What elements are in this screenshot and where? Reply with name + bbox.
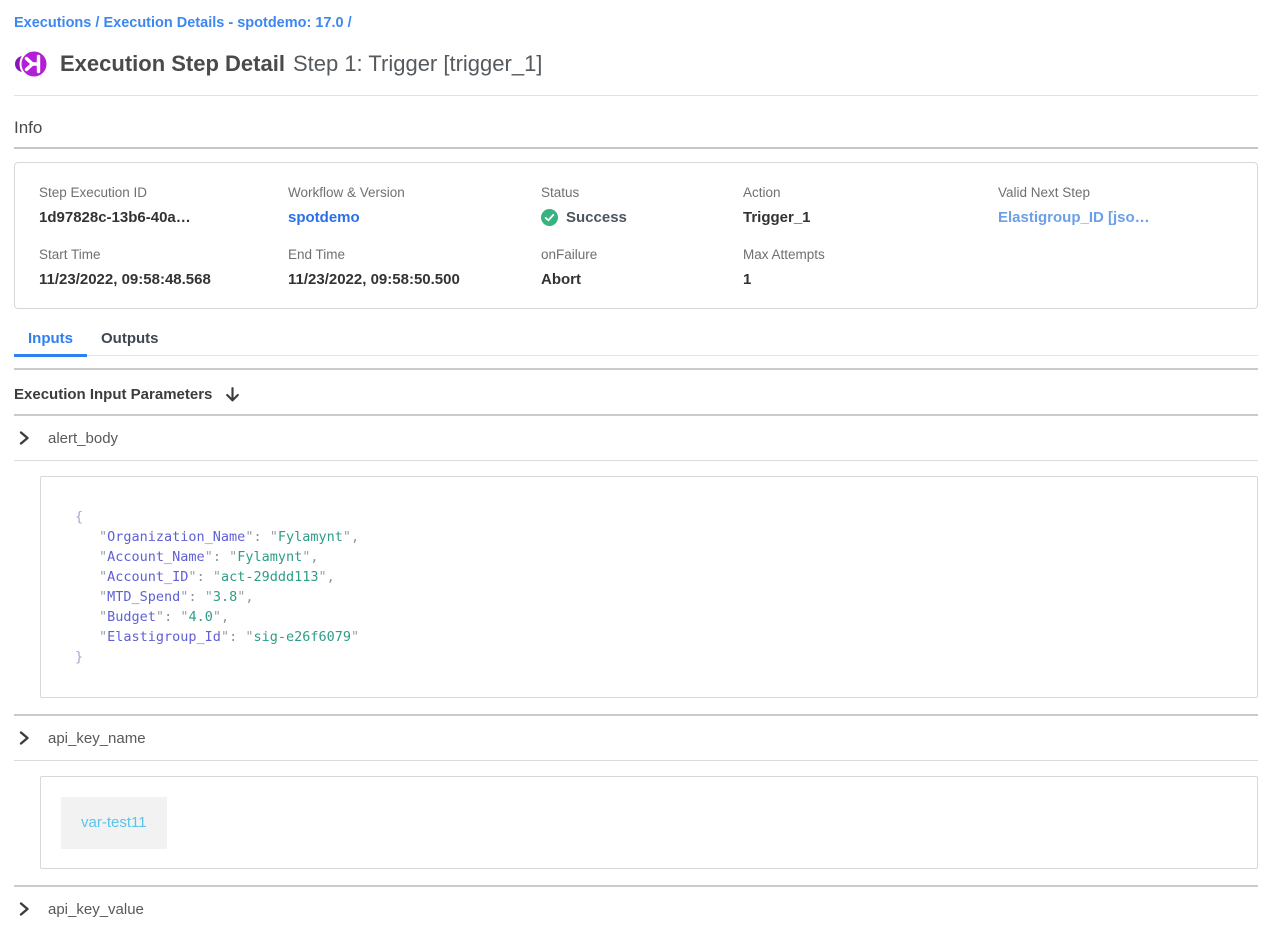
field-value: 11/23/2022, 09:58:48.568 [39,271,288,288]
section-toggle-api-key-name[interactable]: api_key_name [14,716,1258,760]
chevron-right-icon [18,430,31,446]
code-line: "Account_Name": "Fylamynt", [75,547,1237,567]
section-toggle-alert-body[interactable]: alert_body [14,416,1258,460]
code-block: {"Organization_Name": "Fylamynt","Accoun… [40,476,1258,698]
field-label: End Time [288,247,541,262]
field-value: Trigger_1 [743,209,998,226]
execution-step-detail-page: Executions / Execution Details - spotdem… [0,0,1272,931]
breadcrumb-separator: / [91,15,103,31]
code-line: "MTD_Spend": "3.8", [75,587,1237,607]
field-label: Status [541,185,743,200]
section-name: api_key_name [48,730,146,747]
field-label: onFailure [541,247,743,262]
field-value: 1 [743,271,998,288]
info-field-valid-next-step: Valid Next Step Elastigroup_ID [jso… [998,185,1247,227]
tabs: InputsOutputs [14,325,1258,356]
next-step-link[interactable]: Elastigroup_ID [jso… [998,209,1150,226]
divider [14,368,1258,370]
section-name: api_key_value [48,901,144,918]
arrow-down-icon[interactable] [224,386,241,403]
field-label: Step Execution ID [39,185,288,200]
fylamynt-logo-icon [14,47,48,81]
info-field-max-attempts: Max Attempts 1 [743,247,998,288]
field-label: Start Time [39,247,288,262]
params-header: Execution Input Parameters [14,386,1258,403]
tab-outputs[interactable]: Outputs [87,325,173,355]
info-field-onfailure: onFailure Abort [541,247,743,288]
code-line: "Organization_Name": "Fylamynt", [75,527,1237,547]
status-text: Success [566,209,627,226]
breadcrumb: Executions / Execution Details - spotdem… [14,0,1258,33]
status-badge: Success [541,209,743,226]
info-field-start-time: Start Time 11/23/2022, 09:58:48.568 [39,247,288,288]
breadcrumb-link-executions[interactable]: Executions [14,15,91,31]
divider [14,460,1258,461]
field-label: Workflow & Version [288,185,541,200]
info-field-step-execution-id: Step Execution ID 1d97828c-13b6-40a… [39,185,288,227]
field-label: Action [743,185,998,200]
tab-inputs[interactable]: Inputs [14,325,87,355]
code-line: } [75,647,1237,667]
info-heading: Info [14,118,1258,138]
value-box: var-test11 [40,776,1258,869]
info-field-workflow-version: Workflow & Version spotdemo [288,185,541,227]
sections: alert_body {"Organization_Name": "Fylamyn… [14,416,1258,931]
code-line: "Elastigroup_Id": "sig-e26f6079" [75,627,1237,647]
workflow-link[interactable]: spotdemo [288,209,360,226]
section-toggle-api-key-value[interactable]: api_key_value [14,887,1258,931]
breadcrumb-separator: / [344,15,352,31]
field-label: Valid Next Step [998,185,1247,200]
page-subtitle: Step 1: Trigger [trigger_1] [293,51,542,77]
field-value: 1d97828c-13b6-40a… [39,209,288,226]
field-value: Abort [541,271,743,288]
page-header: Execution Step Detail Step 1: Trigger [t… [14,47,1258,81]
divider [14,95,1258,96]
code-line: { [75,507,1237,527]
info-field-status: Status Success [541,185,743,227]
chevron-right-icon [18,901,31,917]
page-title: Execution Step Detail [60,51,285,77]
section-name: alert_body [48,430,118,447]
info-field-action: Action Trigger_1 [743,185,998,227]
code-line: "Account_ID": "act-29ddd113", [75,567,1237,587]
code-line: "Budget": "4.0", [75,607,1237,627]
field-value: 11/23/2022, 09:58:50.500 [288,271,541,288]
info-field-end-time: End Time 11/23/2022, 09:58:50.500 [288,247,541,288]
info-card: Step Execution ID 1d97828c-13b6-40a…Workf… [14,162,1258,309]
check-circle-icon [541,209,558,226]
params-header-label: Execution Input Parameters [14,386,212,403]
value-chip: var-test11 [61,797,167,849]
breadcrumb-link-execution-details-spotdemo-17-0[interactable]: Execution Details - spotdemo: 17.0 [103,15,343,31]
divider [14,147,1258,149]
chevron-right-icon [18,730,31,746]
field-label: Max Attempts [743,247,998,262]
divider [14,760,1258,761]
